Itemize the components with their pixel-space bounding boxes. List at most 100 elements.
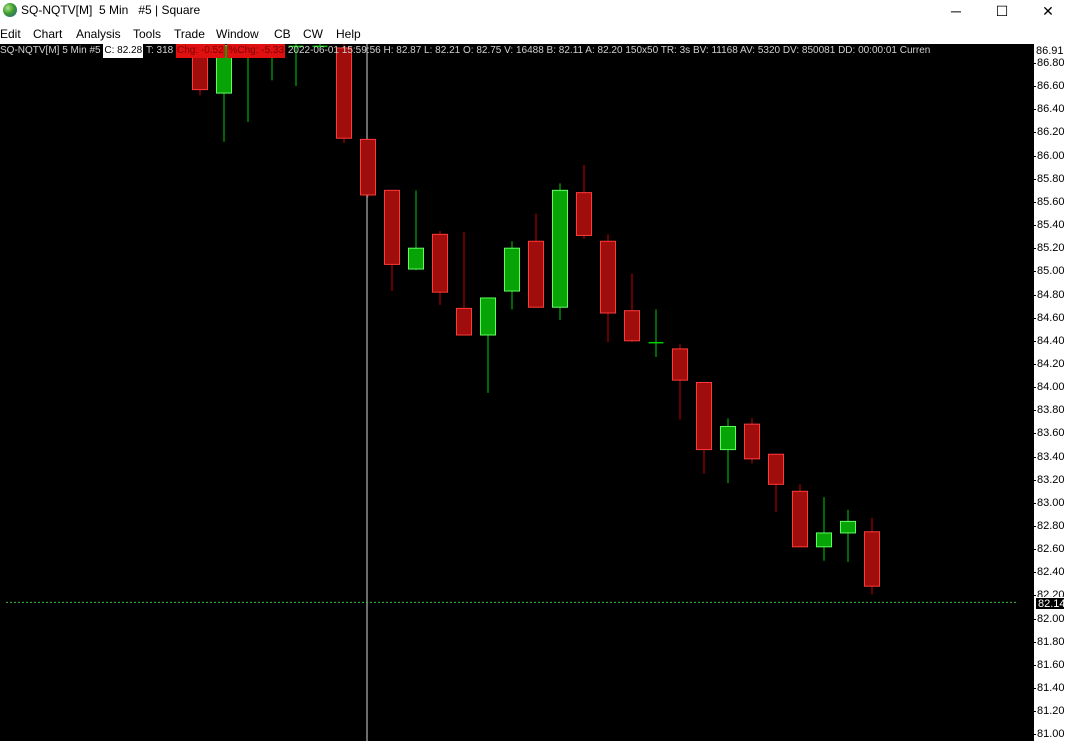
axis-tick-label: 82.00 xyxy=(1037,612,1065,625)
candle-body xyxy=(744,423,760,460)
candlestick-chart[interactable] xyxy=(0,44,1034,741)
candle xyxy=(408,190,424,271)
price-axis[interactable]: 86.80 86.60 86.40 86.20 86.00 85.80 85.60 85.40… xyxy=(1034,44,1065,741)
axis-tick-mark xyxy=(1034,456,1036,458)
minimize-button[interactable]: ─ xyxy=(933,0,979,22)
axis-tick-mark xyxy=(1034,410,1036,412)
info-symbol: SQ-NQTV[M] 5 Min #5 xyxy=(0,45,101,56)
axis-tick-mark xyxy=(1034,86,1036,88)
axis-tick-label: 82.60 xyxy=(1037,543,1065,556)
axis-tick-mark xyxy=(1034,549,1036,551)
axis-tick-mark xyxy=(1034,340,1036,342)
candle-body xyxy=(360,138,376,196)
candle xyxy=(456,231,472,336)
candle xyxy=(336,44,352,143)
candle-body xyxy=(456,307,472,336)
axis-tick-label: 85.00 xyxy=(1037,265,1065,278)
candle xyxy=(720,418,736,484)
axis-tick-mark xyxy=(1034,641,1036,643)
axis-tick-label: 81.20 xyxy=(1037,705,1065,718)
candle-body xyxy=(552,189,568,308)
candle-body xyxy=(384,189,400,265)
menu-window[interactable]: Window xyxy=(216,27,259,41)
candle-body xyxy=(816,532,832,548)
chart-canvas[interactable] xyxy=(0,44,1065,741)
candle xyxy=(432,230,448,305)
candle-body xyxy=(792,490,808,548)
axis-tick-mark xyxy=(1034,155,1036,157)
axis-tick-label: 84.20 xyxy=(1037,357,1065,370)
axis-tick-mark xyxy=(1034,526,1036,527)
axis-tick-label: 85.40 xyxy=(1037,219,1065,232)
candle xyxy=(864,517,880,595)
axis-tick-label: 83.40 xyxy=(1037,450,1065,463)
candle xyxy=(792,484,808,548)
info-close-price: C: 82.28 xyxy=(103,44,144,58)
axis-tick-label: 83.00 xyxy=(1037,496,1065,509)
axis-tick-label: 83.80 xyxy=(1037,404,1065,417)
axis-tick-mark xyxy=(1034,178,1036,180)
maximize-button[interactable]: ☐ xyxy=(979,0,1025,22)
axis-tick-label: 81.40 xyxy=(1037,682,1065,695)
candle-body xyxy=(672,348,688,381)
menu-tools[interactable]: Tools xyxy=(133,27,161,41)
candle xyxy=(504,241,520,310)
candle-body xyxy=(432,233,448,293)
axis-tick-label: 82.80 xyxy=(1037,520,1065,532)
candle xyxy=(624,273,640,342)
close-button[interactable]: ✕ xyxy=(1025,0,1065,22)
info-percent-change: %Chg: -5.33 xyxy=(227,44,286,58)
axis-tick-mark xyxy=(1034,63,1036,64)
menu-trade[interactable]: Trade xyxy=(174,27,205,41)
candle-body xyxy=(600,240,616,314)
axis-tick-label: 81.00 xyxy=(1037,728,1065,741)
menu-analysis[interactable]: Analysis xyxy=(76,27,121,41)
menu-cb[interactable]: CB xyxy=(274,27,291,41)
axis-tick-label: 84.00 xyxy=(1037,381,1065,394)
axis-tick-mark xyxy=(1034,271,1036,273)
axis-tick-mark xyxy=(1034,711,1036,713)
axis-tick-mark xyxy=(1034,317,1036,319)
app-globe-icon xyxy=(3,3,17,17)
candle-body xyxy=(576,192,592,236)
window-title: SQ-NQTV[M] 5 Min #5 | Square xyxy=(21,3,201,17)
candle-body xyxy=(648,341,664,344)
axis-tick-mark xyxy=(1034,688,1036,690)
axis-tick-mark xyxy=(1034,734,1036,736)
candle-body xyxy=(840,520,856,534)
menu-edit[interactable]: Edit xyxy=(0,27,21,41)
candle-body xyxy=(720,425,736,451)
candle-body xyxy=(528,240,544,308)
candle-body xyxy=(480,297,496,336)
candle xyxy=(768,453,784,513)
candle xyxy=(816,497,832,561)
axis-tick-mark xyxy=(1034,225,1036,227)
axis-tick-mark xyxy=(1034,618,1036,620)
menu-bar: Edit Chart Analysis Tools Trade Window C… xyxy=(0,24,1065,44)
info-ticks: T: 318 xyxy=(145,45,174,56)
axis-tick-label: 85.60 xyxy=(1037,195,1065,208)
axis-tick-mark xyxy=(1034,363,1036,365)
candle-body xyxy=(768,453,784,485)
candle xyxy=(216,44,232,142)
candle-body xyxy=(408,247,424,270)
candle-body xyxy=(504,247,520,292)
menu-help[interactable]: Help xyxy=(336,27,361,41)
axis-tick-mark xyxy=(1034,572,1036,574)
axis-tick-label: 81.80 xyxy=(1037,635,1065,648)
last-price-tag: 82.14 xyxy=(1035,597,1065,610)
axis-tick-label: 86.40 xyxy=(1037,103,1065,116)
axis-tick-label: 82.40 xyxy=(1037,566,1065,579)
axis-tick-mark xyxy=(1034,248,1036,250)
axis-tick-label: 85.80 xyxy=(1037,172,1065,185)
axis-tick-label: 84.80 xyxy=(1037,288,1065,301)
quote-info-bar: SQ-NQTV[M] 5 Min #5 C: 82.28 T: 318 Chg:… xyxy=(0,44,1034,58)
candle-body xyxy=(336,47,352,139)
menu-cw[interactable]: CW xyxy=(303,27,323,41)
axis-tick-label: 81.60 xyxy=(1037,658,1065,671)
axis-tick-label: 86.60 xyxy=(1037,80,1065,93)
candle xyxy=(696,381,712,474)
candle xyxy=(744,418,760,464)
menu-chart[interactable]: Chart xyxy=(33,27,62,41)
candle xyxy=(576,164,592,239)
